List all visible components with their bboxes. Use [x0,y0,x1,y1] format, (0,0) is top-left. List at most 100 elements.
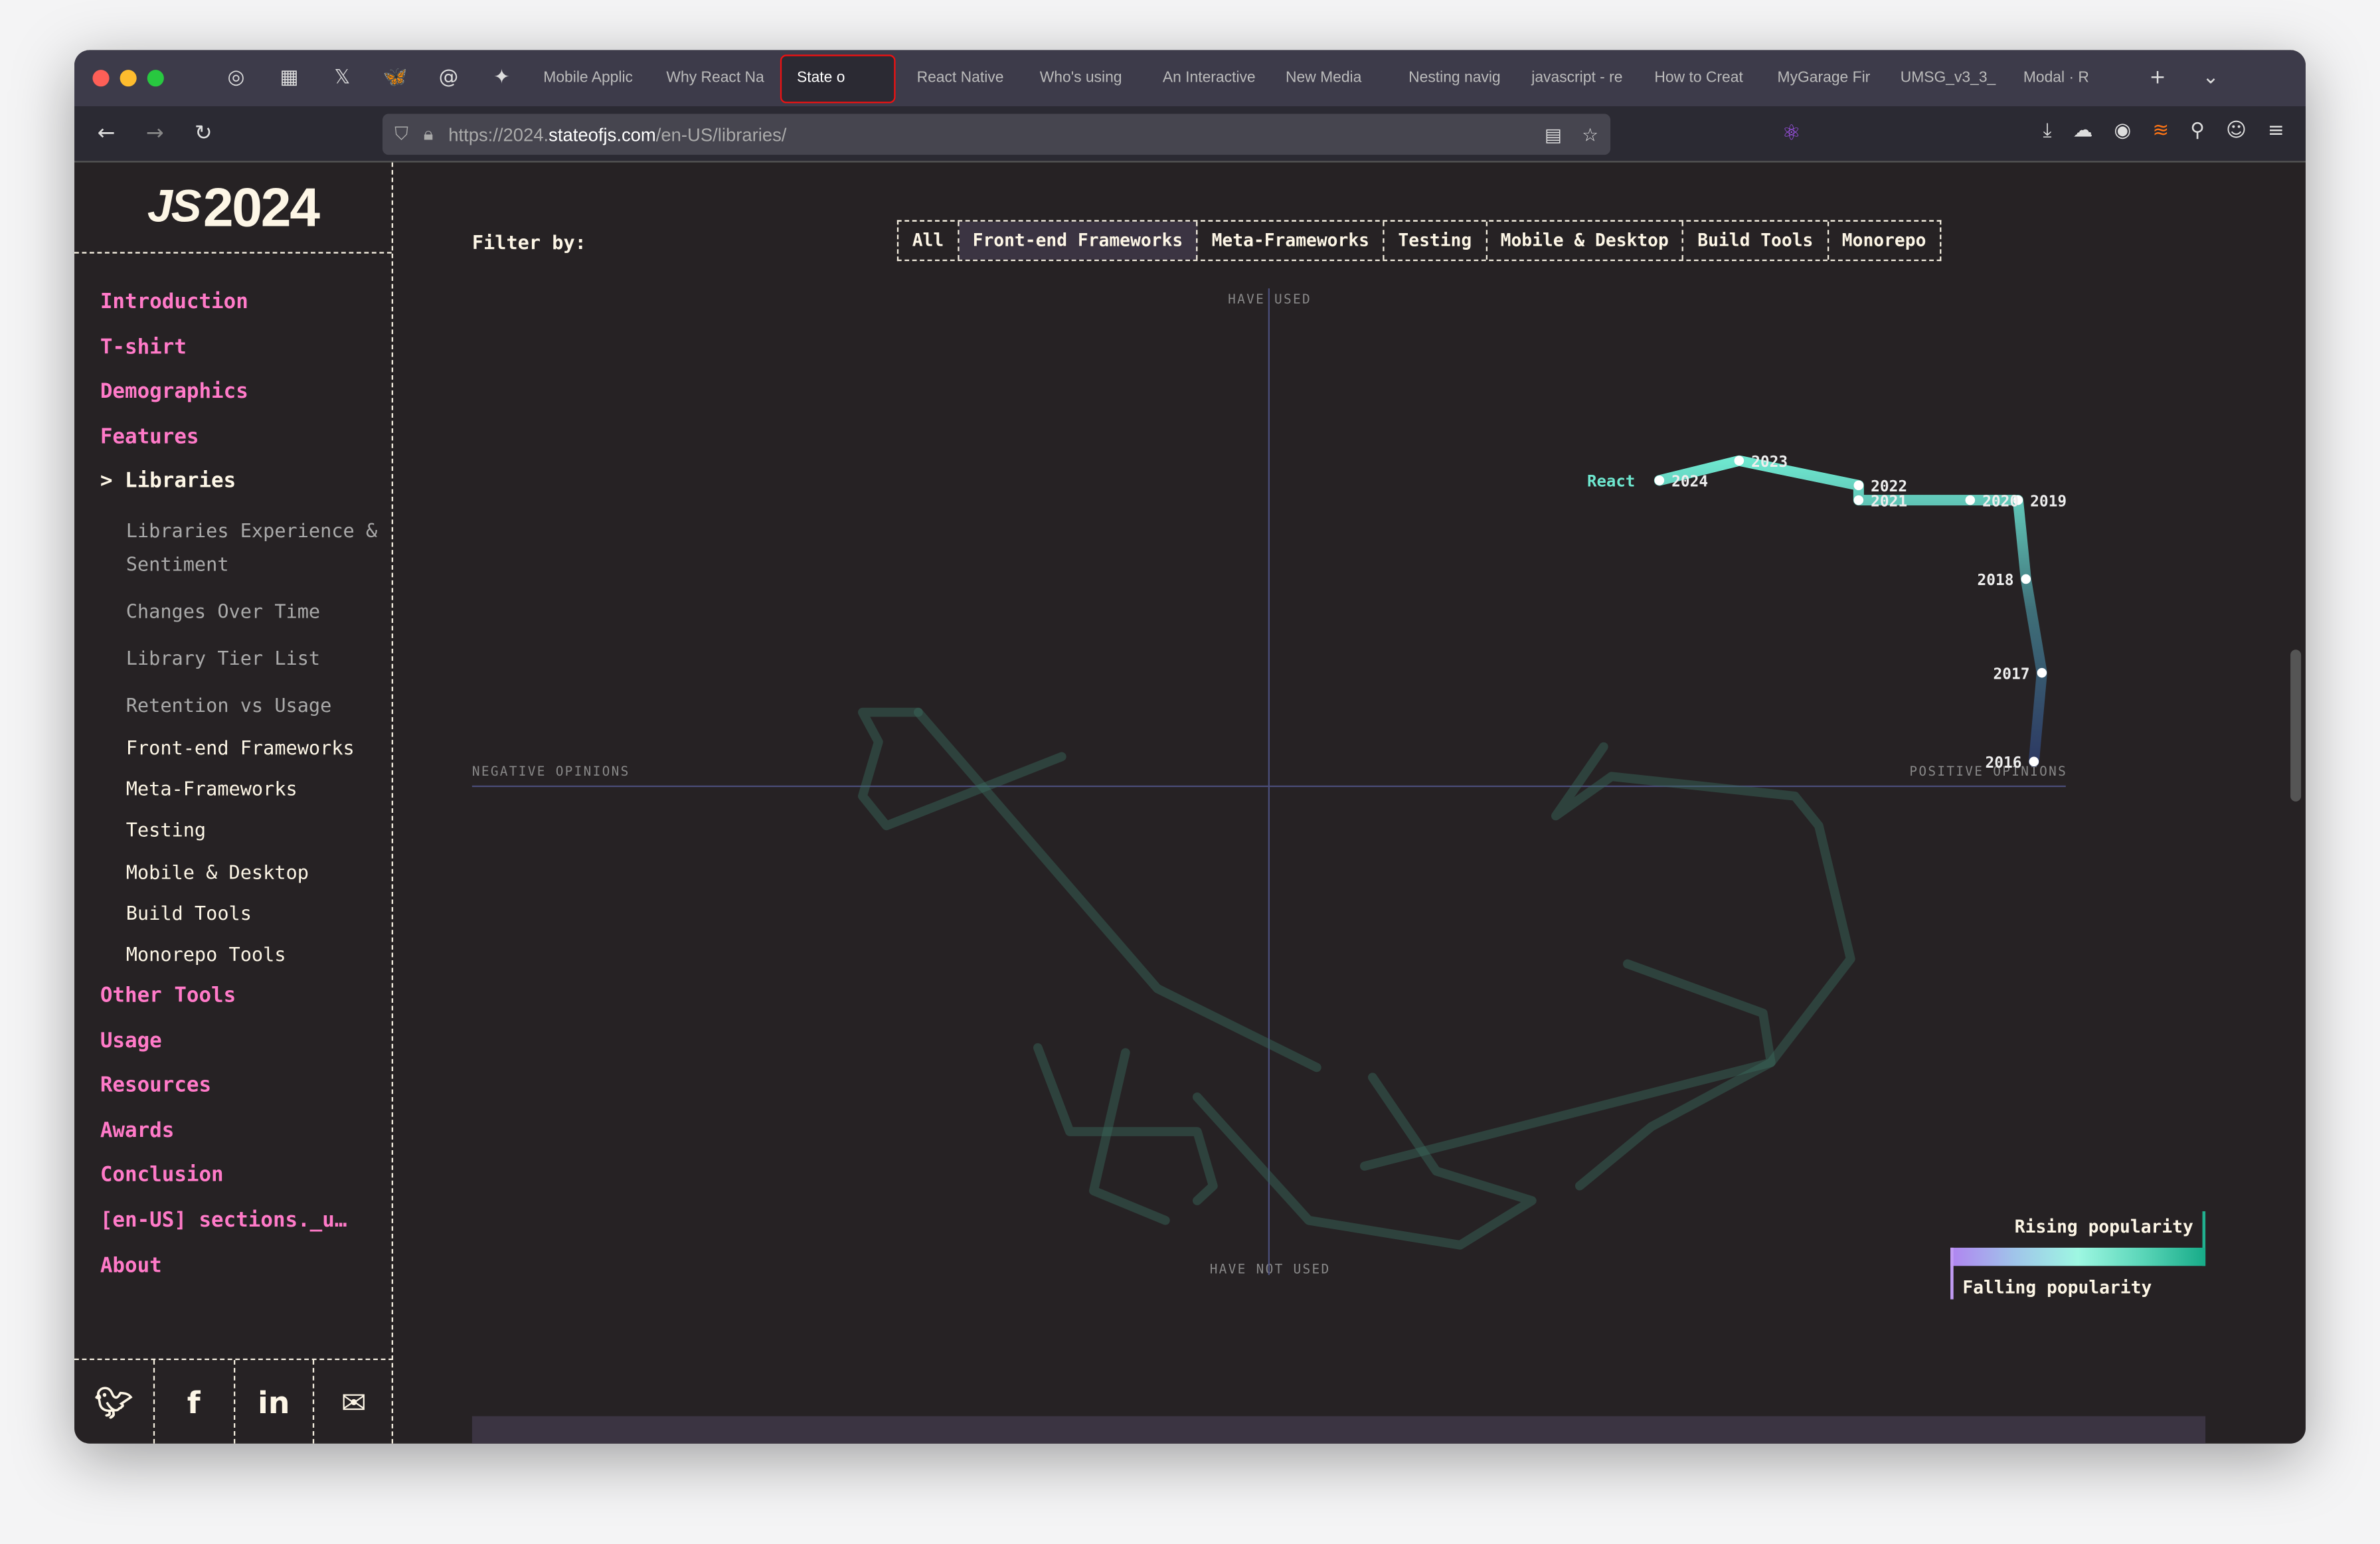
react-point-2017 [2037,667,2047,678]
filter-button[interactable]: Front-end Frameworks [959,221,1199,260]
sidebar-subitem[interactable]: Libraries Experience & Sentiment [126,515,388,582]
facebook-link[interactable]: f [155,1359,235,1444]
pinned-tab-threads-icon[interactable]: @ [422,67,475,90]
next-section-bar [471,1416,2206,1444]
url-bar[interactable]: ⛉ 🔒︎ https://2024.stateofjs.com/en-US/li… [382,114,1611,155]
twitter-link[interactable]: 🐦︎ [74,1359,155,1444]
browser-tab[interactable]: Mobile Applic [528,70,651,86]
sidebar: JS 2024 Introduction T-shirt Demographics Fe… [74,162,393,1444]
browser-tab[interactable]: javascript - re [1516,70,1639,86]
linkedin-link[interactable]: in [234,1359,315,1444]
sidebar-item[interactable]: T-shirt [100,335,388,380]
menu-hamburger-icon[interactable]: ≡ [2268,120,2284,143]
nav-toolbar: ← → ↻ ⛉ 🔒︎ https://2024.stateofjs.com/en… [74,106,2306,163]
filter-button[interactable]: Mobile & Desktop [1487,221,1684,260]
filter-button[interactable]: All [898,221,960,260]
react-year-label: 2017 [1994,665,2030,683]
sidebar-subitem[interactable]: Monorepo Tools [126,942,388,984]
extension-cloud-icon[interactable]: ☁ [2073,120,2093,143]
mail-link[interactable]: ✉ [315,1360,393,1444]
react-year-label: 2016 [1986,754,2022,772]
window-controls [92,70,164,87]
sidebar-subitem[interactable]: Meta-Frameworks [126,778,388,819]
browser-tab[interactable]: Modal · R [2008,70,2131,86]
logo[interactable]: JS 2024 [74,163,392,254]
pinned-tab-x-icon[interactable]: 𝕏 [315,67,369,90]
linkedin-icon: in [258,1383,290,1420]
back-button[interactable]: ← [82,122,130,146]
react-series-label: React [1587,472,1635,491]
profile-avatar-icon[interactable]: ☺ [2226,120,2247,143]
react-year-label: 2022 [1871,478,1907,495]
background-series-line [1551,742,1855,1191]
tab-bar: ◎ ▦ 𝕏 🦋 @ ✦ Mobile Applic Why React Na Sta… [74,50,2306,106]
zoom-window-button[interactable] [147,70,164,87]
sidebar-item[interactable]: > Libraries [100,470,388,515]
shield-icon[interactable]: ⛉ [394,123,408,145]
minimize-window-button[interactable] [120,70,137,87]
filter-button[interactable]: Meta-Frameworks [1198,221,1385,260]
vpn-icon[interactable]: ◉ [2114,120,2131,143]
browser-tab[interactable]: UMSG_v3_3_ [1885,70,2008,86]
browser-tab[interactable]: React Native [902,70,1025,86]
reload-button[interactable]: ↻ [179,122,228,146]
sidebar-item[interactable]: Resources [100,1074,388,1119]
sidebar-subitem[interactable]: Testing [126,819,388,860]
rss-icon[interactable]: ≋ [2152,120,2169,143]
sidebar-item[interactable]: [en-US] sections._u… [100,1209,388,1254]
sidebar-subitem[interactable]: Front-end Frameworks [126,736,388,777]
sidebar-item[interactable]: Other Tools [100,984,388,1029]
browser-tab[interactable]: An Interactive [1148,70,1270,86]
bookmark-star-icon[interactable]: ☆ [1582,124,1598,145]
react-point-2018 [2021,574,2031,584]
sidebar-subitem[interactable]: Mobile & Desktop [126,860,388,901]
sidebar-item[interactable]: Features [100,424,388,470]
extension-icon[interactable]: ⚛ [1782,122,1801,146]
facebook-icon: f [187,1383,201,1420]
react-point-2021 [1853,495,1864,505]
browser-tab[interactable]: Nesting navig [1393,70,1516,86]
browser-tab[interactable]: State o [780,54,896,103]
sidebar-item[interactable]: About [100,1253,388,1298]
legend-rising-label: Rising popularity [2014,1215,2193,1237]
new-tab-button[interactable]: + [2131,67,2184,90]
filter-button[interactable]: Build Tools [1684,221,1829,260]
pinned-tab-openai-icon[interactable]: ◎ [209,67,262,90]
browser-tab[interactable]: New Media [1270,70,1393,86]
sidebar-item[interactable]: Introduction [100,290,388,335]
forward-button[interactable]: → [131,122,179,146]
sidebar-item[interactable]: Demographics [100,380,388,425]
sidebar-item[interactable]: Conclusion [100,1163,388,1209]
tab-list-chevron-icon[interactable]: ⌄ [2184,67,2237,90]
browser-tab[interactable]: Why React Na [651,70,774,86]
sidebar-subitem[interactable]: Build Tools [126,901,388,942]
sidebar-subitem[interactable]: Retention vs Usage [126,689,388,723]
background-series-line [1192,1072,1537,1250]
filter-button[interactable]: Monorepo [1828,222,1940,260]
scrollbar[interactable] [2290,649,2302,802]
legend: Rising popularity Falling popularity [1950,1211,2206,1302]
filter-button[interactable]: Testing [1385,221,1488,260]
filter-label: Filter by: [471,230,586,254]
background-series-line [1359,959,1776,1171]
react-year-label: 2021 [1871,493,1907,510]
react-point-2023 [1734,456,1744,466]
reader-view-icon[interactable]: ▤ [1545,124,1562,145]
pinned-tab-clapper-icon[interactable]: ▦ [262,67,315,90]
sidebar-item[interactable]: Awards [100,1118,388,1163]
sidebar-subitem[interactable]: Library Tier List [126,642,388,675]
sidebar-item[interactable]: Usage [100,1029,388,1074]
twitter-icon: 🐦︎ [94,1383,133,1420]
sidebar-subitem[interactable]: Changes Over Time [126,595,388,628]
background-series-line [913,707,1321,1072]
browser-tab[interactable]: MyGarage Fir [1762,70,1885,86]
pinned-tab-pin-icon[interactable]: ✦ [475,67,528,90]
react-point-2016 [2029,756,2039,767]
close-window-button[interactable] [92,70,110,87]
extensions-puzzle-icon[interactable]: ⚲ [2190,120,2205,143]
browser-tab[interactable]: How to Creat [1640,70,1762,86]
browser-tab[interactable]: Who's using [1025,70,1148,86]
download-icon[interactable]: ⤓ [2043,120,2052,143]
filter-group: All Front-end Frameworks Meta-Frameworks Te… [896,220,1942,262]
pinned-tab-bluesky-icon[interactable]: 🦋 [369,67,422,90]
